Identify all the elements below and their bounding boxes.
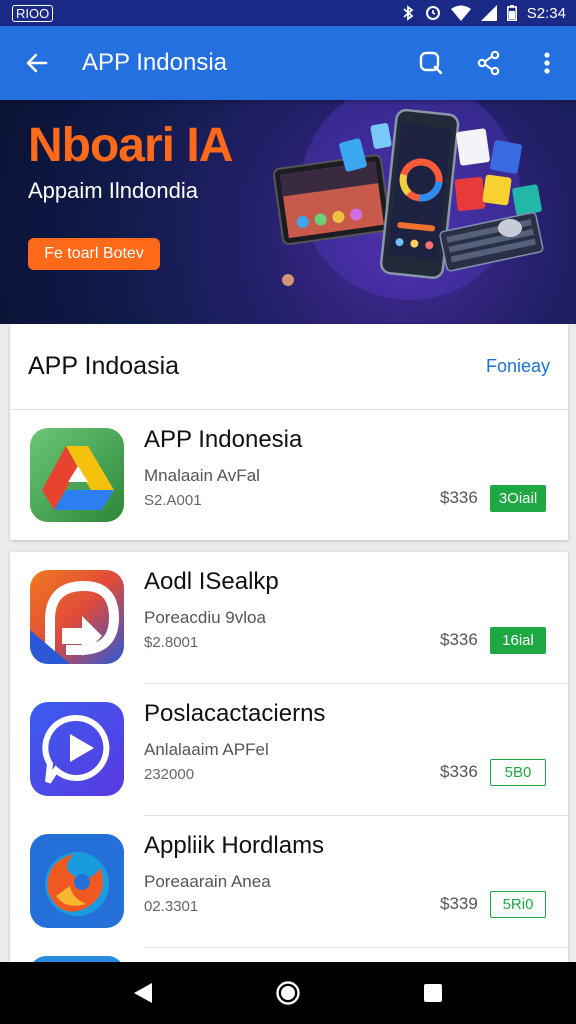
app-developer: Poreacdiu 9vloa	[144, 608, 266, 627]
nav-recents-icon[interactable]	[403, 962, 463, 1024]
play-chat-app-icon	[30, 702, 124, 796]
status-time: S2:34	[526, 4, 566, 22]
app-name: Aodl ISealkp	[144, 568, 279, 595]
app-list-item[interactable]: Aodl ISealkp Poreacdiu 9vloa $2.8001 $33…	[10, 552, 568, 684]
app-bar-title: APP Indonsia	[82, 49, 227, 76]
app-list-card: Aodl ISealkp Poreacdiu 9vloa $2.8001 $33…	[10, 552, 568, 972]
alarm-icon	[425, 5, 441, 21]
promo-banner[interactable]: Nboari IA Appaim Ilndondia Fe toarl Bote…	[0, 100, 576, 324]
status-left: RIOO	[12, 4, 54, 22]
arrow-app-icon	[30, 570, 124, 664]
app-name: APP Indonesia	[144, 426, 303, 453]
status-icons: S2:34	[401, 5, 566, 22]
drive-app-icon	[30, 428, 124, 522]
app-price: $339	[440, 894, 478, 913]
app-meta: 232000	[144, 766, 195, 783]
app-name: Appliik Hordlams	[144, 832, 325, 859]
share-icon[interactable]	[460, 26, 518, 100]
app-price: $336	[440, 630, 478, 649]
banner-cta-button[interactable]: Fe toarl Botev	[28, 238, 160, 270]
app-list-item[interactable]: Poslacactacierns Anlalaaim APFel 232000 …	[10, 684, 568, 816]
browser-app-icon	[30, 834, 124, 928]
install-button[interactable]: 5B0	[490, 759, 546, 786]
install-button[interactable]: 5Ri0	[490, 891, 546, 918]
app-list-item[interactable]: Appliik Hordlams Poreaarain Anea 02.3301…	[10, 816, 568, 948]
banner-subtitle: Appaim Ilndondia	[28, 178, 199, 203]
app-meta: S2.A001	[144, 492, 202, 509]
app-meta: 02.3301	[144, 898, 199, 915]
wifi-icon	[450, 5, 471, 21]
battery-icon	[506, 5, 517, 21]
section-header: APP Indoasia Fonieay	[10, 324, 568, 410]
featured-card: APP Indoasia Fonieay APP Indonesia Mnala…	[10, 324, 568, 540]
more-vert-icon[interactable]	[518, 26, 576, 100]
divider	[144, 947, 568, 948]
install-button[interactable]: 3Oiail	[490, 485, 546, 512]
app-developer: Mnalaain AvFal	[144, 466, 260, 485]
devices-illustration	[272, 100, 544, 300]
banner-title: Nboari IA	[28, 119, 233, 172]
search-icon[interactable]	[402, 26, 460, 100]
system-nav-bar	[0, 962, 576, 1024]
app-developer: Poreaarain Anea	[144, 872, 271, 891]
app-name: Poslacactacierns	[144, 700, 326, 727]
app-list-item[interactable]: APP Indonesia Mnalaain AvFal S2.A001 $33…	[10, 410, 568, 542]
install-button[interactable]: 16ial	[490, 627, 546, 654]
app-price: $336	[440, 762, 478, 781]
app-meta: $2.8001	[144, 634, 199, 651]
bluetooth-icon	[401, 5, 415, 21]
section-more-link[interactable]: Fonieay	[486, 356, 550, 377]
back-arrow-icon[interactable]	[0, 26, 74, 100]
app-price: $336	[440, 488, 478, 507]
nav-back-icon[interactable]	[113, 962, 173, 1024]
app-developer: Anlalaaim APFel	[144, 740, 269, 759]
signal-icon	[480, 5, 497, 21]
app-bar: APP Indonsia	[0, 26, 576, 100]
nav-home-icon[interactable]	[258, 962, 318, 1024]
section-title: APP Indoasia	[28, 352, 180, 380]
status-bar: RIOO S2:34	[0, 0, 576, 26]
carrier-label: RIOO	[12, 4, 54, 22]
